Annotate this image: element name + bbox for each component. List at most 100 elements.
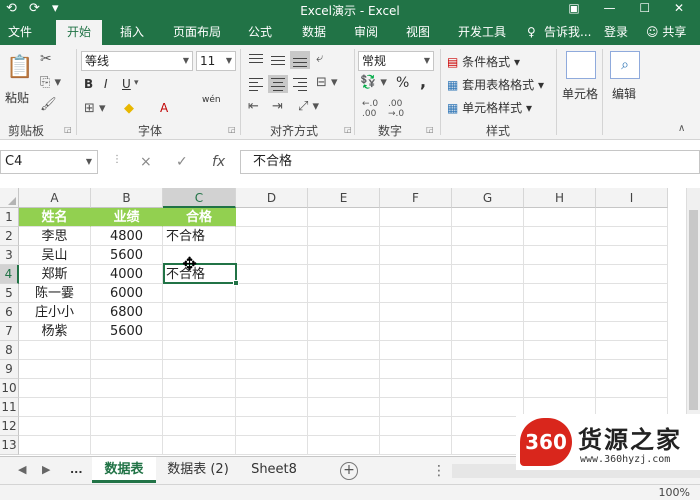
orientation-icon[interactable]: ⤢ ▾ (298, 99, 319, 114)
grid-cell[interactable] (380, 379, 452, 398)
column-header[interactable]: C (163, 188, 236, 208)
grid-cell[interactable] (380, 322, 452, 341)
grid-cell[interactable] (452, 284, 524, 303)
collapse-ribbon-icon[interactable]: ∧ (678, 123, 685, 134)
column-header[interactable]: G (452, 188, 524, 208)
grid-cell[interactable] (236, 227, 308, 246)
table-cell[interactable]: 郑斯 (19, 265, 91, 284)
table-header-cell[interactable]: 姓名 (19, 208, 91, 227)
window-controls[interactable]: ▣ — ☐ ✕ (568, 1, 694, 15)
grid-cell[interactable] (524, 246, 596, 265)
currency-icon[interactable]: 💱 ▾ (360, 75, 387, 90)
grid-cell[interactable] (596, 246, 668, 265)
tab-view[interactable]: 视图 (396, 20, 440, 45)
more-sheets-button[interactable]: ... (70, 463, 83, 476)
scrollbar-thumb[interactable] (689, 210, 698, 410)
table-cell[interactable] (163, 322, 236, 341)
cells-button[interactable]: 单元格 (562, 85, 598, 102)
grid-cell[interactable] (380, 436, 452, 455)
grid-cell[interactable] (308, 341, 380, 360)
grid-cell[interactable] (380, 303, 452, 322)
grid-cell[interactable] (452, 417, 524, 436)
zoom-level[interactable]: 100% (659, 486, 690, 499)
align-bottom-icon[interactable] (290, 51, 310, 69)
grid-cell[interactable] (236, 322, 308, 341)
align-top-icon[interactable] (246, 51, 266, 69)
grid-cell[interactable] (308, 227, 380, 246)
grid-cell[interactable] (380, 265, 452, 284)
grid-cell[interactable] (308, 417, 380, 436)
grid-cell[interactable] (236, 208, 308, 227)
cut-icon[interactable]: ✂ (40, 51, 52, 67)
tab-file[interactable]: 文件 (0, 20, 40, 45)
row-header[interactable]: 6 (0, 303, 19, 322)
conditional-format-button[interactable]: ▤ 条件格式 ▾ (447, 53, 520, 70)
merge-center-icon[interactable]: ⊟ ▾ (316, 75, 338, 90)
grid-cell[interactable] (524, 341, 596, 360)
grid-cell[interactable] (163, 398, 236, 417)
grid-cell[interactable] (524, 379, 596, 398)
grid-cell[interactable] (452, 208, 524, 227)
grid-cell[interactable] (308, 360, 380, 379)
align-left-icon[interactable] (246, 75, 266, 93)
cancel-button[interactable]: × (140, 154, 152, 170)
select-all-button[interactable] (0, 188, 19, 208)
table-header-cell[interactable]: 业绩 (91, 208, 163, 227)
grid-cell[interactable] (524, 284, 596, 303)
grid-cell[interactable] (380, 341, 452, 360)
prev-sheet-icon[interactable]: ◀ (18, 463, 26, 476)
grid-cell[interactable] (596, 322, 668, 341)
percent-button[interactable]: % (396, 75, 409, 91)
grid-cell[interactable] (524, 265, 596, 284)
fill-color-icon[interactable]: ◆ (124, 101, 134, 116)
column-header[interactable]: B (91, 188, 163, 208)
table-cell[interactable]: 陈一霎 (19, 284, 91, 303)
tab-review[interactable]: 审阅 (344, 20, 388, 45)
grid-cell[interactable] (524, 208, 596, 227)
row-header[interactable]: 10 (0, 379, 19, 398)
grid-cell[interactable] (91, 398, 163, 417)
grid-cell[interactable] (452, 227, 524, 246)
tab-formulas[interactable]: 公式 (238, 20, 282, 45)
table-format-button[interactable]: ▦ 套用表格格式 ▾ (447, 76, 544, 93)
table-cell[interactable]: 6800 (91, 303, 163, 322)
grid-cell[interactable] (91, 417, 163, 436)
grid-cell[interactable] (163, 360, 236, 379)
row-header[interactable]: 9 (0, 360, 19, 379)
fill-handle[interactable] (233, 280, 239, 286)
grid-cell[interactable] (308, 303, 380, 322)
grid-cell[interactable] (380, 284, 452, 303)
grid-cell[interactable] (596, 303, 668, 322)
next-sheet-icon[interactable]: ▶ (42, 463, 50, 476)
increase-decimal-icon[interactable]: ←.0.00 (362, 99, 378, 119)
grid-cell[interactable] (596, 341, 668, 360)
grid-cell[interactable] (380, 208, 452, 227)
insert-function-button[interactable]: fx (212, 154, 225, 170)
paste-icon[interactable]: 📋 (6, 55, 33, 80)
decrease-decimal-icon[interactable]: .00 →.0 (388, 99, 404, 119)
grid-cell[interactable] (308, 246, 380, 265)
grid-cell[interactable] (452, 246, 524, 265)
grid-cell[interactable] (452, 398, 524, 417)
grid-cell[interactable] (308, 284, 380, 303)
column-header[interactable]: I (596, 188, 668, 208)
row-header[interactable]: 3 (0, 246, 19, 265)
grid-cell[interactable] (19, 379, 91, 398)
row-header[interactable]: 1 (0, 208, 19, 227)
grid-cell[interactable] (596, 379, 668, 398)
grid-cell[interactable] (380, 417, 452, 436)
borders-icon[interactable]: ⊞ ▾ (84, 101, 106, 116)
grid-cell[interactable] (163, 436, 236, 455)
grid-cell[interactable] (308, 379, 380, 398)
grid-cell[interactable] (19, 398, 91, 417)
decrease-indent-icon[interactable]: ⇤ (248, 99, 259, 114)
grid-cell[interactable] (236, 265, 308, 284)
grid-cell[interactable] (380, 246, 452, 265)
tell-me-box[interactable]: 告诉我... (544, 20, 591, 45)
table-header-cell[interactable]: 合格 (163, 208, 236, 227)
grid-cell[interactable] (19, 341, 91, 360)
grid-cell[interactable] (596, 227, 668, 246)
grid-cell[interactable] (91, 436, 163, 455)
row-header[interactable]: 8 (0, 341, 19, 360)
row-header[interactable]: 2 (0, 227, 19, 246)
